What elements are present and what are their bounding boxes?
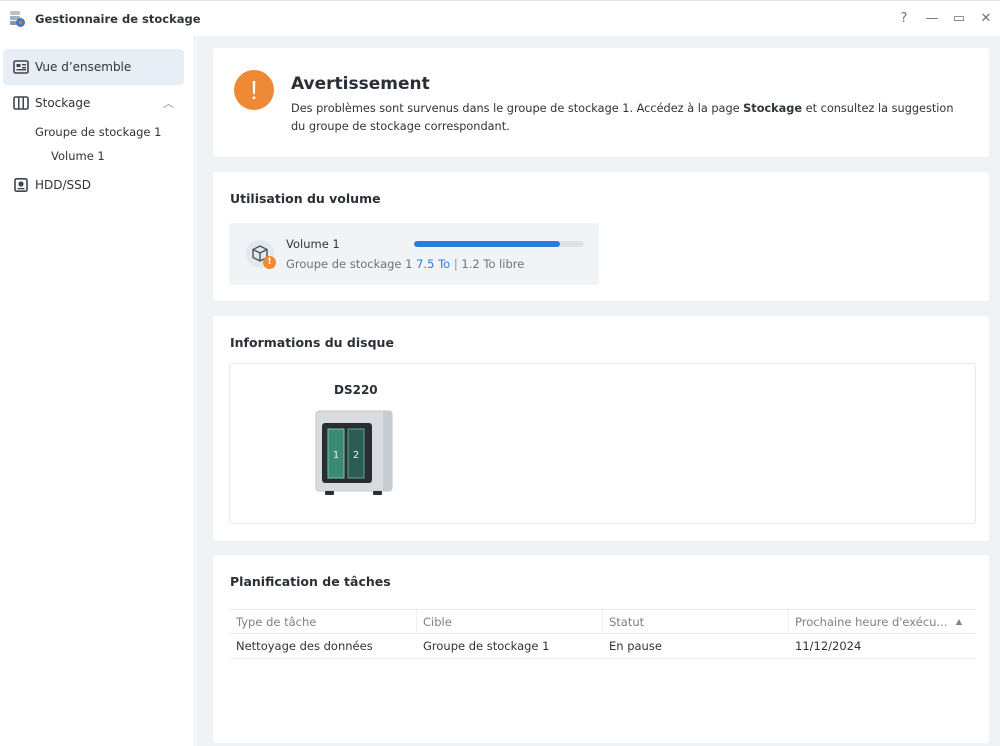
task-schedule-card: Planification de tâches Type de tâche Ci… [213,555,989,743]
sidebar: Vue d’ensemble Stockage ︿ Groupe de stoc… [0,36,195,746]
sidebar-item-storage-pool-1[interactable]: Groupe de stockage 1 [35,125,161,139]
storage-icon [13,96,29,110]
disk-info-card: Informations du disque DS220 1 2 [213,316,989,541]
cell-next-run: 11/12/2024 [795,639,862,653]
main-content: ! Avertissement Des problèmes sont surve… [196,36,1000,746]
help-button[interactable]: ? [896,10,912,28]
minimize-button[interactable]: — [924,10,940,28]
sidebar-item-label: Vue d’ensemble [35,60,132,74]
volume-details: Groupe de stockage 1 7.5 To | 1.2 To lib… [286,257,525,271]
task-table: Type de tâche Cible Statut Prochaine heu… [230,609,976,659]
maximize-button[interactable]: ▭ [951,10,967,28]
task-schedule-title: Planification de tâches [230,574,391,589]
bay-2-label: 2 [353,450,359,461]
volume-usage-bar [414,241,584,247]
warning-card: ! Avertissement Des problèmes sont surve… [213,48,989,157]
disk-panel: DS220 1 2 [229,363,976,524]
warning-message: Des problèmes sont survenus dans le grou… [291,102,954,133]
nas-device-icon[interactable]: 1 2 [315,410,393,498]
overview-icon [13,60,29,74]
sidebar-item-overview[interactable]: Vue d’ensemble [3,49,184,85]
volume-item[interactable]: ! Volume 1 Groupe de stockage 1 7.5 To |… [229,223,599,285]
sidebar-item-storage[interactable]: Stockage ︿ [3,85,184,121]
storage-manager-app-icon [10,11,25,27]
cell-target: Groupe de stockage 1 [423,639,550,653]
volume-usage-card: Utilisation du volume ! Volume 1 Groupe … [213,172,989,301]
warning-title: Avertissement [291,74,430,94]
sort-ascending-icon: ▲ [955,617,962,626]
volume-usage-bar-fill [414,241,561,247]
sidebar-item-hdd-ssd[interactable]: HDD/SSD [3,167,184,203]
cell-task-type: Nettoyage des données [236,639,373,653]
cell-status: En pause [609,639,662,653]
warning-icon: ! [234,70,274,110]
volume-usage-title: Utilisation du volume [230,191,381,206]
volume-used: 7.5 To [416,257,451,271]
sidebar-item-label: HDD/SSD [35,178,92,192]
window-title: Gestionnaire de stockage [35,12,201,26]
warning-badge-icon: ! [263,256,276,269]
column-header-target[interactable]: Cible [417,610,603,633]
chevron-up-icon[interactable]: ︿ [163,95,174,111]
table-header: Type de tâche Cible Statut Prochaine heu… [230,609,976,634]
close-button[interactable]: ✕ [978,10,994,28]
volume-name: Volume 1 [286,237,340,251]
column-header-next-run[interactable]: Prochaine heure d'exécu... ▲ [789,610,976,633]
storage-link[interactable]: Stockage [743,102,802,115]
disk-info-title: Informations du disque [230,335,394,350]
volume-pool: Groupe de stockage 1 [286,257,413,271]
column-header-status[interactable]: Statut [603,610,789,633]
column-header-task-type[interactable]: Type de tâche [230,610,417,633]
bay-1-label: 1 [333,450,339,461]
title-bar: Gestionnaire de stockage ? — ▭ ✕ [0,0,1000,36]
table-row[interactable]: Nettoyage des données Groupe de stockage… [230,634,976,659]
disk-icon [14,178,28,192]
sidebar-item-label: Stockage [35,96,91,110]
volume-free: 1.2 To libre [461,257,525,271]
sidebar-item-volume-1[interactable]: Volume 1 [51,149,105,163]
nas-model-label: DS220 [334,383,378,397]
